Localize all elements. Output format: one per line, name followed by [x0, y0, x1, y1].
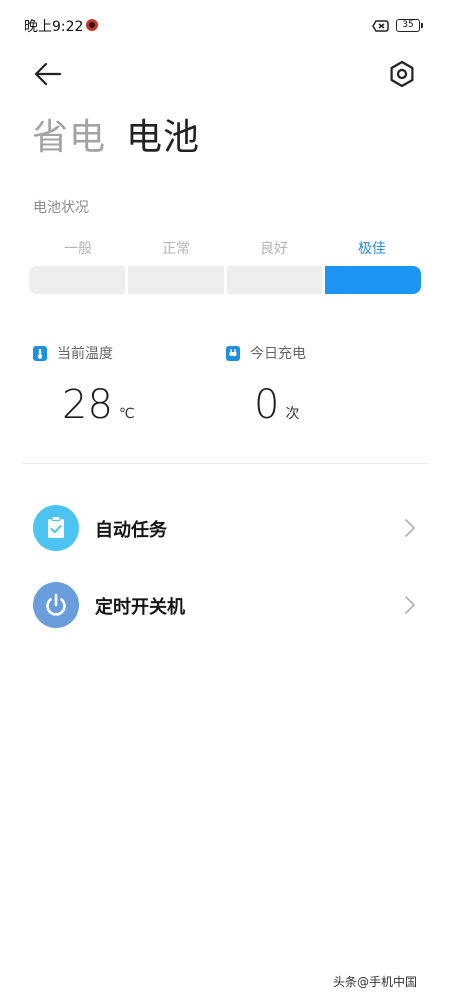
- chevron-right-icon: [405, 596, 415, 614]
- page-tabs: 省电 电池: [32, 108, 200, 158]
- charge-count-value: 0: [254, 382, 280, 428]
- status-bar: 晚上9:22 35: [0, 0, 450, 52]
- temperature-value: 28: [62, 382, 113, 428]
- battery-health-label: 电池状况: [33, 200, 89, 216]
- tab-power-saving[interactable]: 省电: [32, 108, 106, 160]
- arrow-left-icon: [34, 62, 62, 86]
- temperature-unit: ℃: [118, 406, 135, 422]
- health-levels: 一般 正常 良好 极佳: [29, 238, 421, 258]
- health-bar-segment: [127, 266, 224, 294]
- back-button[interactable]: [30, 58, 66, 90]
- charge-count-unit: 次: [285, 406, 300, 422]
- battery-icon: 35: [396, 19, 423, 32]
- list-item-label: 定时开关机: [95, 597, 185, 618]
- list-item-scheduled-power[interactable]: 定时开关机: [0, 576, 450, 636]
- health-bar: [29, 266, 421, 294]
- health-bar-segment: [226, 266, 323, 294]
- clipboard-check-icon: [33, 505, 79, 551]
- power-icon: [33, 582, 79, 628]
- no-sim-icon: [372, 20, 389, 32]
- chevron-right-icon: [405, 519, 415, 537]
- watermark: 头条@手机中国: [333, 975, 418, 989]
- settings-button[interactable]: [386, 58, 418, 90]
- charge-count-title: 今日充电: [250, 346, 306, 362]
- level-label: 正常: [162, 241, 190, 257]
- level-label: 良好: [260, 241, 288, 257]
- health-bar-segment-active: [325, 266, 421, 294]
- thermometer-icon: [33, 345, 47, 361]
- level-label: 一般: [64, 241, 92, 257]
- divider: [22, 463, 428, 464]
- temperature-title: 当前温度: [57, 346, 113, 362]
- status-time: 晚上9:22: [24, 19, 84, 35]
- notification-dot-icon: [86, 19, 98, 31]
- list-item-label: 自动任务: [95, 520, 167, 541]
- tab-battery[interactable]: 电池: [126, 108, 200, 160]
- charge-count-stat: 今日充电 0 次: [226, 342, 406, 432]
- health-bar-segment: [29, 266, 125, 294]
- level-label-active: 极佳: [358, 241, 386, 257]
- list-item-auto-tasks[interactable]: 自动任务: [0, 499, 450, 559]
- plug-icon: [226, 345, 240, 361]
- temperature-stat: 当前温度 28 ℃: [33, 342, 213, 432]
- hexagon-settings-icon: [390, 60, 414, 88]
